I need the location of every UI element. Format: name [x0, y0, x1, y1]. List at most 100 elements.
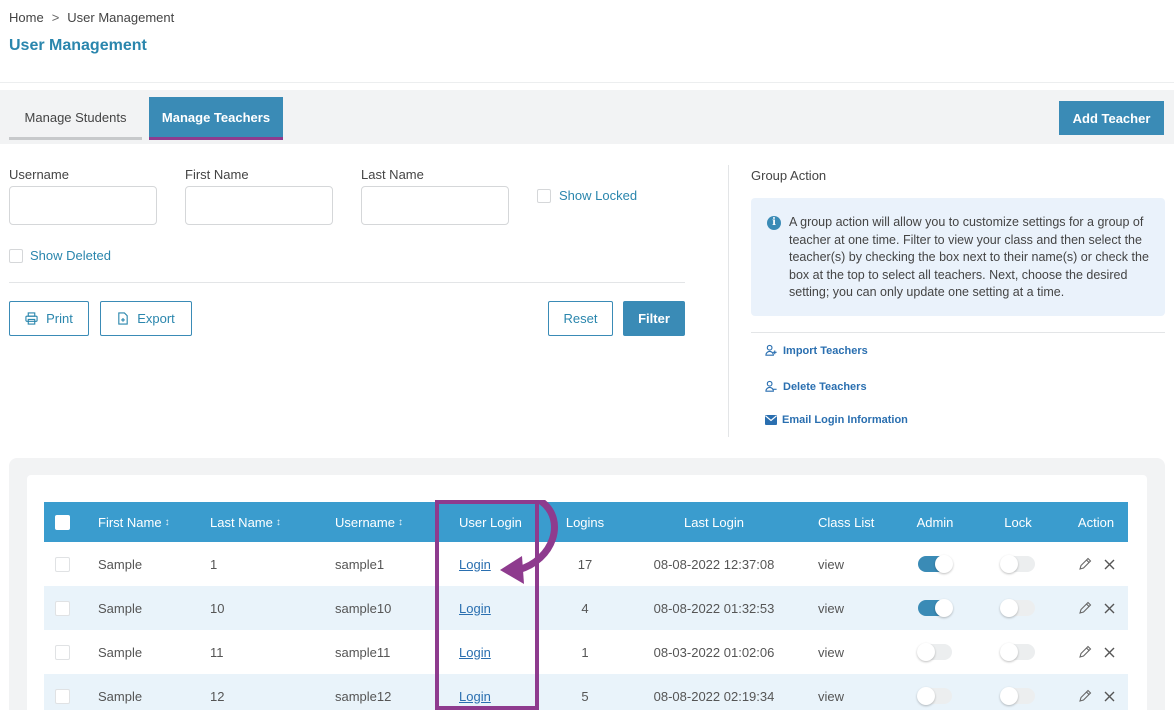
delete-teachers-label: Delete Teachers: [783, 380, 867, 393]
sort-icon: ↕: [397, 516, 403, 528]
row-checkbox[interactable]: [55, 645, 70, 660]
delete-x-icon[interactable]: [1104, 691, 1115, 702]
admin-toggle[interactable]: [918, 599, 953, 617]
edit-pencil-icon[interactable]: [1078, 601, 1092, 615]
last-name-label: Last Name: [361, 167, 424, 182]
curved-arrow-icon: [500, 500, 558, 584]
teachers-table: First Name ↕ Last Name ↕ Username ↕ User…: [44, 502, 1128, 710]
row-checkbox[interactable]: [55, 601, 70, 616]
breadcrumb-home[interactable]: Home: [9, 10, 44, 25]
header-last-name-label: Last Name: [210, 514, 273, 530]
select-all-checkbox[interactable]: [55, 515, 70, 530]
add-teacher-button[interactable]: Add Teacher: [1059, 101, 1164, 135]
breadcrumb: Home > User Management: [9, 10, 174, 25]
header-last-name[interactable]: Last Name ↕: [210, 502, 281, 542]
print-button[interactable]: Print: [9, 301, 89, 336]
admin-toggle[interactable]: [918, 555, 953, 573]
tab-bar: Manage Students Manage Teachers Add Teac…: [0, 90, 1174, 144]
filter-button[interactable]: Filter: [623, 301, 685, 336]
header-divider: [0, 82, 1174, 83]
username-input[interactable]: [9, 186, 157, 225]
filter-divider: [9, 282, 685, 283]
delete-teachers-link[interactable]: Delete Teachers: [765, 380, 867, 393]
admin-cell: [906, 674, 964, 710]
breadcrumb-current: User Management: [67, 10, 175, 25]
header-last-login: Last Login: [684, 514, 744, 530]
edit-pencil-icon[interactable]: [1078, 557, 1092, 571]
last-name-input[interactable]: [361, 186, 509, 225]
action-cell: [1070, 542, 1122, 586]
cell-last-login: 08-08-2022 12:37:08: [653, 556, 775, 572]
cell-last-login: 08-08-2022 02:19:34: [653, 688, 775, 704]
lock-toggle[interactable]: [1000, 599, 1035, 617]
action-cell: [1070, 586, 1122, 630]
vertical-divider: [728, 165, 729, 437]
tab-manage-teachers[interactable]: Manage Teachers: [149, 97, 283, 140]
toggle-knob: [1000, 643, 1018, 661]
page-title: User Management: [9, 37, 147, 54]
row-checkbox[interactable]: [55, 689, 70, 704]
import-teachers-link[interactable]: Import Teachers: [765, 344, 868, 357]
toggle-knob: [917, 687, 935, 705]
printer-icon: [25, 312, 38, 325]
toggle-knob: [935, 599, 953, 617]
tab-manage-students[interactable]: Manage Students: [9, 97, 142, 140]
admin-cell: [906, 586, 964, 630]
cell-last-login: 08-08-2022 01:32:53: [653, 600, 775, 616]
header-first-name[interactable]: First Name ↕: [98, 502, 170, 542]
group-action-title: Group Action: [751, 168, 827, 183]
export-label: Export: [137, 311, 175, 326]
envelope-icon: [765, 415, 777, 425]
delete-x-icon[interactable]: [1104, 559, 1115, 570]
class-list-view-link[interactable]: view: [818, 542, 844, 586]
table-row: Sample 1 sample1 Login 17 08-08-2022 12:…: [44, 542, 1128, 586]
cell-username: sample1: [335, 556, 385, 572]
delete-x-icon[interactable]: [1104, 603, 1115, 614]
admin-toggle[interactable]: [917, 687, 952, 705]
header-class-list: Class List: [818, 514, 875, 530]
first-name-label: First Name: [185, 167, 249, 182]
reset-label: Reset: [563, 311, 598, 326]
group-action-divider: [751, 332, 1165, 333]
lock-cell: [994, 630, 1042, 674]
table-header: First Name ↕ Last Name ↕ Username ↕ User…: [44, 502, 1128, 542]
class-list-view-link[interactable]: view: [818, 630, 844, 674]
admin-cell: [906, 630, 964, 674]
show-deleted-label[interactable]: Show Deleted: [30, 248, 111, 263]
cell-first-name: Sample: [98, 600, 143, 616]
cell-last-name: 12: [210, 688, 225, 704]
group-action-info-text: A group action will allow you to customi…: [789, 215, 1149, 299]
cell-logins: 5: [581, 688, 589, 704]
sort-icon: ↕: [164, 516, 170, 528]
lock-cell: [994, 586, 1042, 630]
lock-toggle[interactable]: [1000, 643, 1035, 661]
reset-button[interactable]: Reset: [548, 301, 613, 336]
header-lock: Lock: [1004, 514, 1032, 530]
edit-pencil-icon[interactable]: [1078, 689, 1092, 703]
show-deleted-checkbox[interactable]: [9, 249, 23, 263]
delete-x-icon[interactable]: [1104, 647, 1115, 658]
class-list-view-link[interactable]: view: [818, 674, 844, 710]
admin-cell: [906, 542, 964, 586]
row-checkbox[interactable]: [55, 557, 70, 572]
show-locked-checkbox[interactable]: [537, 189, 551, 203]
first-name-input[interactable]: [185, 186, 333, 225]
class-list-view-link[interactable]: view: [818, 586, 844, 630]
cell-last-name: 10: [210, 600, 225, 616]
admin-toggle[interactable]: [917, 643, 952, 661]
table-row: Sample 12 sample12 Login 5 08-08-2022 02…: [44, 674, 1128, 710]
toggle-knob: [1000, 555, 1018, 573]
header-username[interactable]: Username ↕: [335, 502, 403, 542]
cell-last-name: 1: [210, 556, 218, 572]
cell-logins: 4: [581, 600, 589, 616]
email-login-information-link[interactable]: Email Login Information: [765, 414, 908, 426]
toggle-knob: [917, 643, 935, 661]
export-button[interactable]: Export: [100, 301, 192, 336]
show-locked-label[interactable]: Show Locked: [559, 188, 637, 203]
cell-username: sample11: [335, 644, 391, 660]
edit-pencil-icon[interactable]: [1078, 645, 1092, 659]
lock-toggle[interactable]: [1000, 555, 1035, 573]
username-label: Username: [9, 167, 69, 182]
lock-toggle[interactable]: [1000, 687, 1035, 705]
user-plus-icon: [765, 344, 777, 356]
